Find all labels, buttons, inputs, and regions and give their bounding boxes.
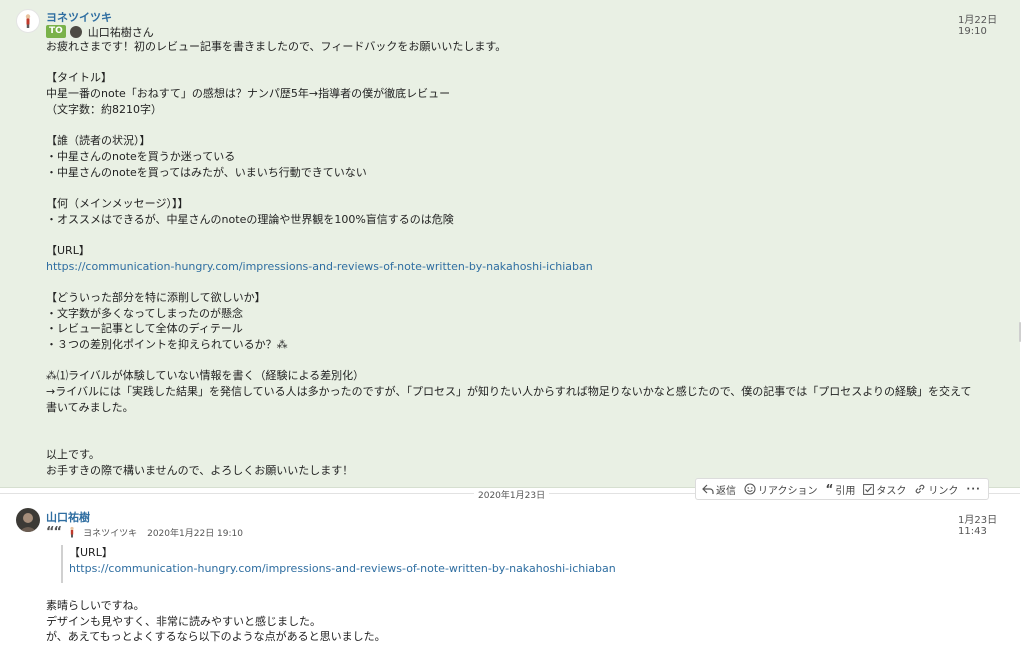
reaction-button[interactable]: リアクション — [744, 482, 818, 497]
message-line: ・レビュー記事として全体のディテール — [46, 322, 243, 336]
message-link[interactable]: https://communication-hungry.com/impress… — [46, 259, 1006, 275]
message-line: デザインも見やすく、非常に読みやすいと感じました。 — [46, 614, 321, 628]
message-timestamp: 1月23日 11:43 — [958, 515, 998, 537]
more-icon: ··· — [966, 483, 981, 495]
task-label: タスク — [876, 485, 907, 497]
quote-label: 【URL】 — [69, 546, 113, 559]
quote-link[interactable]: https://communication-hungry.com/impress… — [69, 561, 616, 577]
message-line: 【URL】 — [46, 243, 90, 257]
quote-button[interactable]: “ 引用 — [826, 482, 856, 497]
quote-block: 【URL】 https://communication-hungry.com/i… — [61, 545, 616, 583]
message-body: お疲れさまです！初のレビュー記事を書きましたので、フィードバックをお願いいたしま… — [46, 39, 1006, 478]
message-action-bar: 返信 リアクション “ 引用 タスク リンク ··· — [695, 478, 989, 500]
mention-avatar — [69, 25, 82, 38]
scrollbar[interactable] — [1019, 322, 1021, 342]
message-line: 【何（メインメッセージ）】】 — [46, 196, 189, 210]
message-line: ・中星さんのnoteを買ってはみたが、いまいち行動できていない — [46, 165, 367, 179]
message-line — [46, 274, 1006, 290]
message-line — [46, 117, 1006, 133]
message-line — [46, 180, 1006, 196]
message-line: 【どういった部分を特に添削して欲しいか】 — [46, 291, 266, 304]
to-mention: TO 山口祐樹さん — [46, 24, 154, 39]
link-label: リンク — [928, 485, 959, 497]
avatar-image — [25, 14, 31, 28]
mention-name: 山口祐樹さん — [87, 25, 154, 39]
sender-avatar[interactable] — [16, 508, 40, 532]
message-line — [46, 431, 1006, 447]
message-line: ・中星さんのnoteを買うか迷っている — [46, 149, 236, 163]
message-line: 【誰（読者の状況）】 — [46, 134, 151, 148]
sender-avatar[interactable] — [16, 9, 40, 33]
more-button[interactable]: ··· — [966, 484, 980, 495]
message-line: ⁂⑴ライバルが体験していない情報を書く（経験による差別化） — [46, 369, 365, 383]
reply-button[interactable]: 返信 — [702, 482, 736, 497]
avatar-image — [19, 513, 37, 532]
checkbox-icon — [863, 483, 875, 495]
date-label: 2020年1月23日 — [474, 488, 550, 501]
quote-label: 引用 — [835, 485, 856, 497]
message-line: 書いてみました。 — [46, 400, 134, 414]
message-line: （文字数：約8210字） — [46, 102, 162, 116]
quote-header: ““ ヨネツイツキ 2020年1月22日 19:10 — [46, 524, 243, 540]
message-line: お疲れさまです！初のレビュー記事を書きましたので、フィードバックをお願いいたしま… — [46, 40, 507, 53]
reaction-label: リアクション — [758, 485, 818, 497]
message-line — [46, 416, 1006, 432]
quote-author-avatar — [70, 526, 74, 538]
sender-name[interactable]: 山口祐樹 — [46, 509, 90, 525]
message-body: 素晴らしいですね。デザインも見やすく、非常に読みやすいと感じました。が、あえても… — [46, 598, 386, 645]
link-button[interactable]: リンク — [914, 482, 958, 497]
message-line: が、あえてもっとよくするなら以下のような点があると思いました。 — [46, 630, 386, 644]
message-line: 中星一番のnote「おねすて」の感想は？ナンパ歴5年→指導者の僕が徹底レビュー — [46, 87, 451, 101]
message-line: ・３つの差別化ポイントを抑えられているか？⁂ — [46, 338, 288, 352]
link-icon — [916, 484, 925, 494]
message-line: 【タイトル】 — [46, 71, 112, 85]
quote-icon: ““ — [46, 524, 62, 540]
reply-icon — [702, 484, 714, 494]
to-badge: TO — [46, 25, 66, 38]
quote-time: 2020年1月22日 19:10 — [147, 528, 243, 539]
message-line: →ライバルには「実践した結果」を発信している人は多かったのですが、「プロセス」が… — [46, 385, 972, 399]
task-button[interactable]: タスク — [863, 482, 906, 497]
message-line: ・文字数が多くなってしまったのが懸念 — [46, 306, 244, 320]
message-timestamp: 1月22日 19:10 — [958, 15, 998, 37]
quote-icon: “ — [825, 482, 834, 496]
quote-author[interactable]: ヨネツイツキ — [83, 526, 137, 539]
message-line — [46, 55, 1006, 71]
smile-icon — [744, 483, 756, 495]
message-line: ・オススメはできるが、中星さんのnoteの理論や世界観を100%盲信するのは危険 — [46, 212, 454, 226]
message-line — [46, 353, 1006, 369]
reply-label: 返信 — [716, 485, 736, 497]
message-line: 素晴らしいですね。 — [46, 599, 145, 612]
message-line: お手すきの際で構いませんので、よろしくお願いいたします！ — [46, 463, 354, 477]
message-line: 以上です。 — [46, 447, 100, 461]
message-item: ヨネツイツキ 1月22日 19:10 TO 山口祐樹さん お疲れさまです！初のレ… — [0, 0, 1020, 488]
message-line — [46, 227, 1006, 243]
